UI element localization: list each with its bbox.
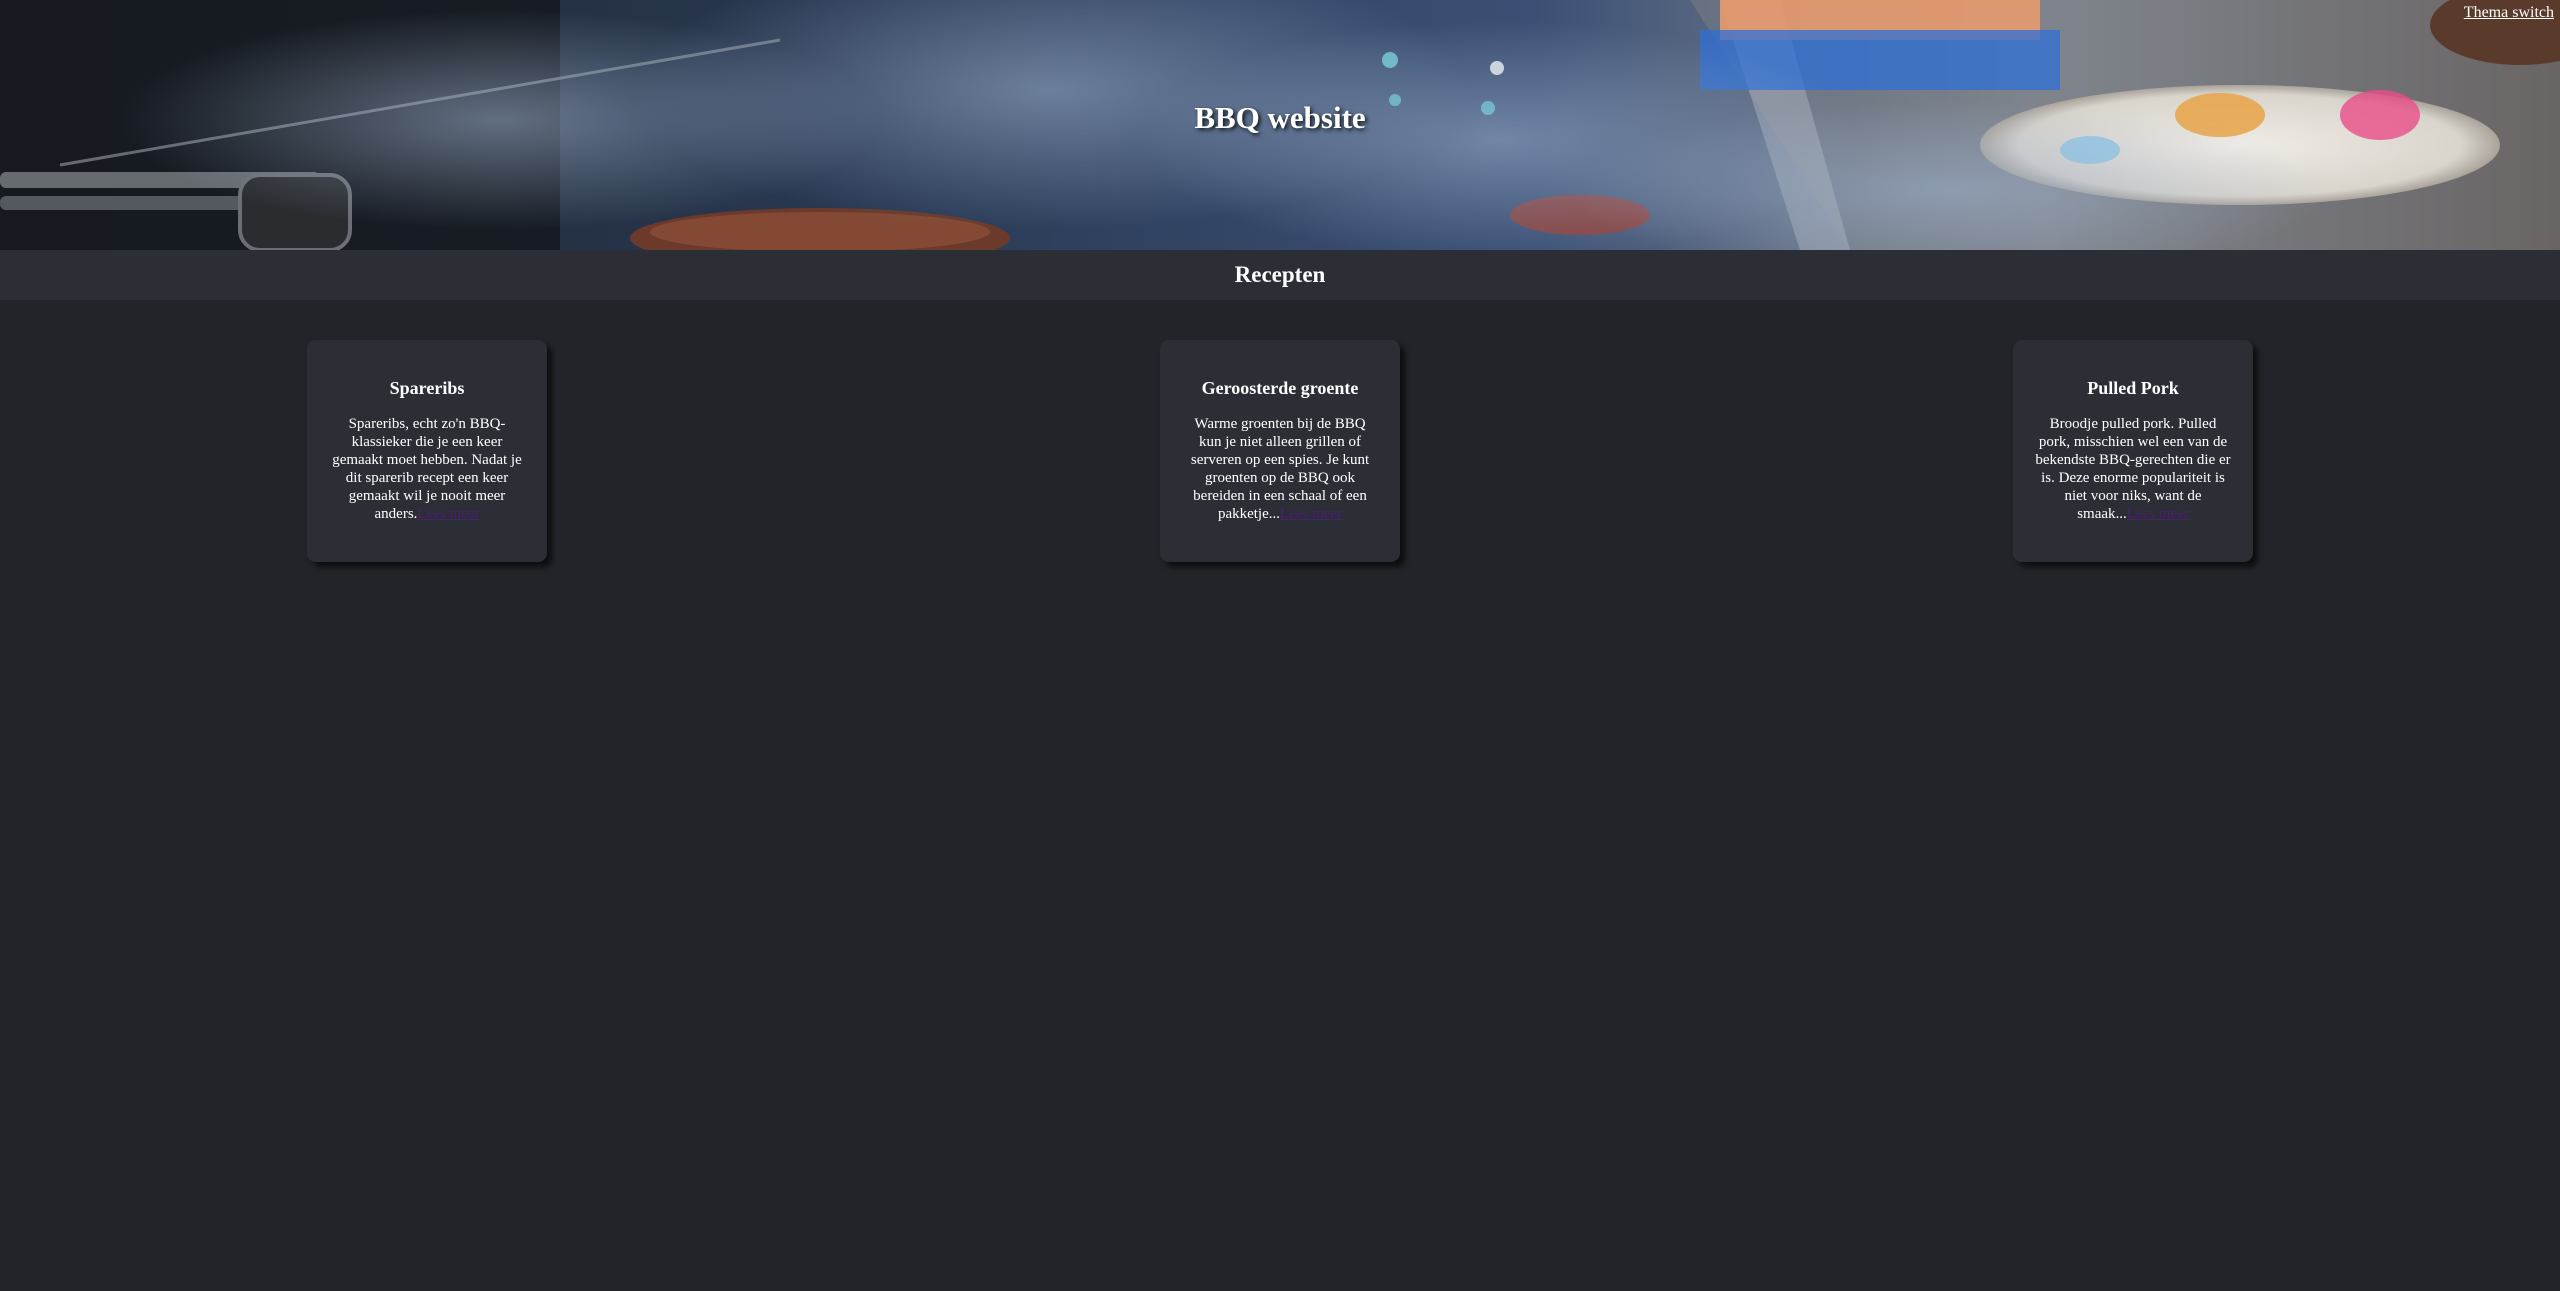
- recipe-card-pulled-pork[interactable]: Pulled Pork Broodje pulled pork. Pulled …: [2013, 340, 2253, 562]
- site-title: BBQ website: [1194, 100, 1366, 135]
- hero-banner: BBQ website Thema switch: [0, 0, 2560, 250]
- theme-switch-link[interactable]: Thema switch: [2464, 4, 2554, 22]
- read-more-link[interactable]: Lees meer: [417, 506, 479, 522]
- read-more-link[interactable]: Lees meer: [1280, 506, 1342, 522]
- section-title: Recepten: [1234, 262, 1326, 287]
- recipe-card-spareribs[interactable]: Spareribs Spareribs, echt zo'n BBQ-klass…: [307, 340, 547, 562]
- section-header-bar: Recepten: [0, 250, 2560, 300]
- read-more-link[interactable]: Lees meer: [2127, 506, 2189, 522]
- recipe-cards: Spareribs Spareribs, echt zo'n BBQ-klass…: [0, 300, 2560, 600]
- recipe-description: Spareribs, echt zo'n BBQ-klassieker die …: [332, 416, 522, 522]
- recipe-description: Broodje pulled pork. Pulled pork, missch…: [2035, 416, 2231, 522]
- recipe-description: Warme groenten bij de BBQ kun je niet al…: [1190, 416, 1370, 522]
- recipe-card-geroosterde-groente[interactable]: Geroosterde groente Warme groenten bij d…: [1160, 340, 1400, 562]
- recipe-title: Pulled Pork: [2087, 378, 2179, 398]
- recipe-title: Geroosterde groente: [1201, 378, 1359, 398]
- recipe-title: Spareribs: [389, 378, 465, 398]
